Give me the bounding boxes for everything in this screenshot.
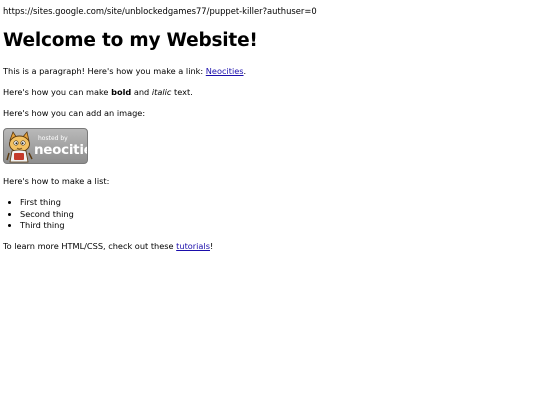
url-text: https://sites.google.com/site/unblockedg… [3, 6, 317, 16]
tutorials-link[interactable]: tutorials [176, 241, 210, 251]
paragraph-suffix: text. [171, 87, 193, 97]
thing-list: First thing Second thing Third thing [8, 197, 74, 233]
paragraph-suffix: . [243, 66, 247, 76]
paragraph-list-intro: Here's how to make a list: [3, 176, 110, 186]
paragraph-tutorials: To learn more HTML/CSS, check out these … [3, 241, 214, 252]
list-item: Third thing [20, 220, 74, 233]
neocities-link[interactable]: Neocities [206, 66, 244, 76]
paragraph-text: and [131, 87, 152, 97]
bold-text: bold [111, 87, 132, 97]
neocities-badge-image: hosted by neocities [3, 128, 88, 164]
paragraph-suffix: ! [210, 241, 214, 251]
paragraph-text: This is a paragraph! Here's how you make… [3, 66, 206, 76]
paragraph-text: To learn more HTML/CSS, check out these [3, 241, 177, 251]
paragraph-formatting: Here's how you can make bold and italic … [3, 87, 193, 98]
paragraph-image-intro: Here's how you can add an image: [3, 108, 146, 118]
paragraph-link: This is a paragraph! Here's how you make… [3, 66, 247, 77]
italic-text: italic [151, 87, 172, 97]
badge-big-text: neocities [34, 142, 87, 158]
paragraph-text: Here's how you can make [3, 87, 112, 97]
page-heading: Welcome to my Website! [3, 30, 258, 51]
list-item: First thing [20, 197, 74, 210]
